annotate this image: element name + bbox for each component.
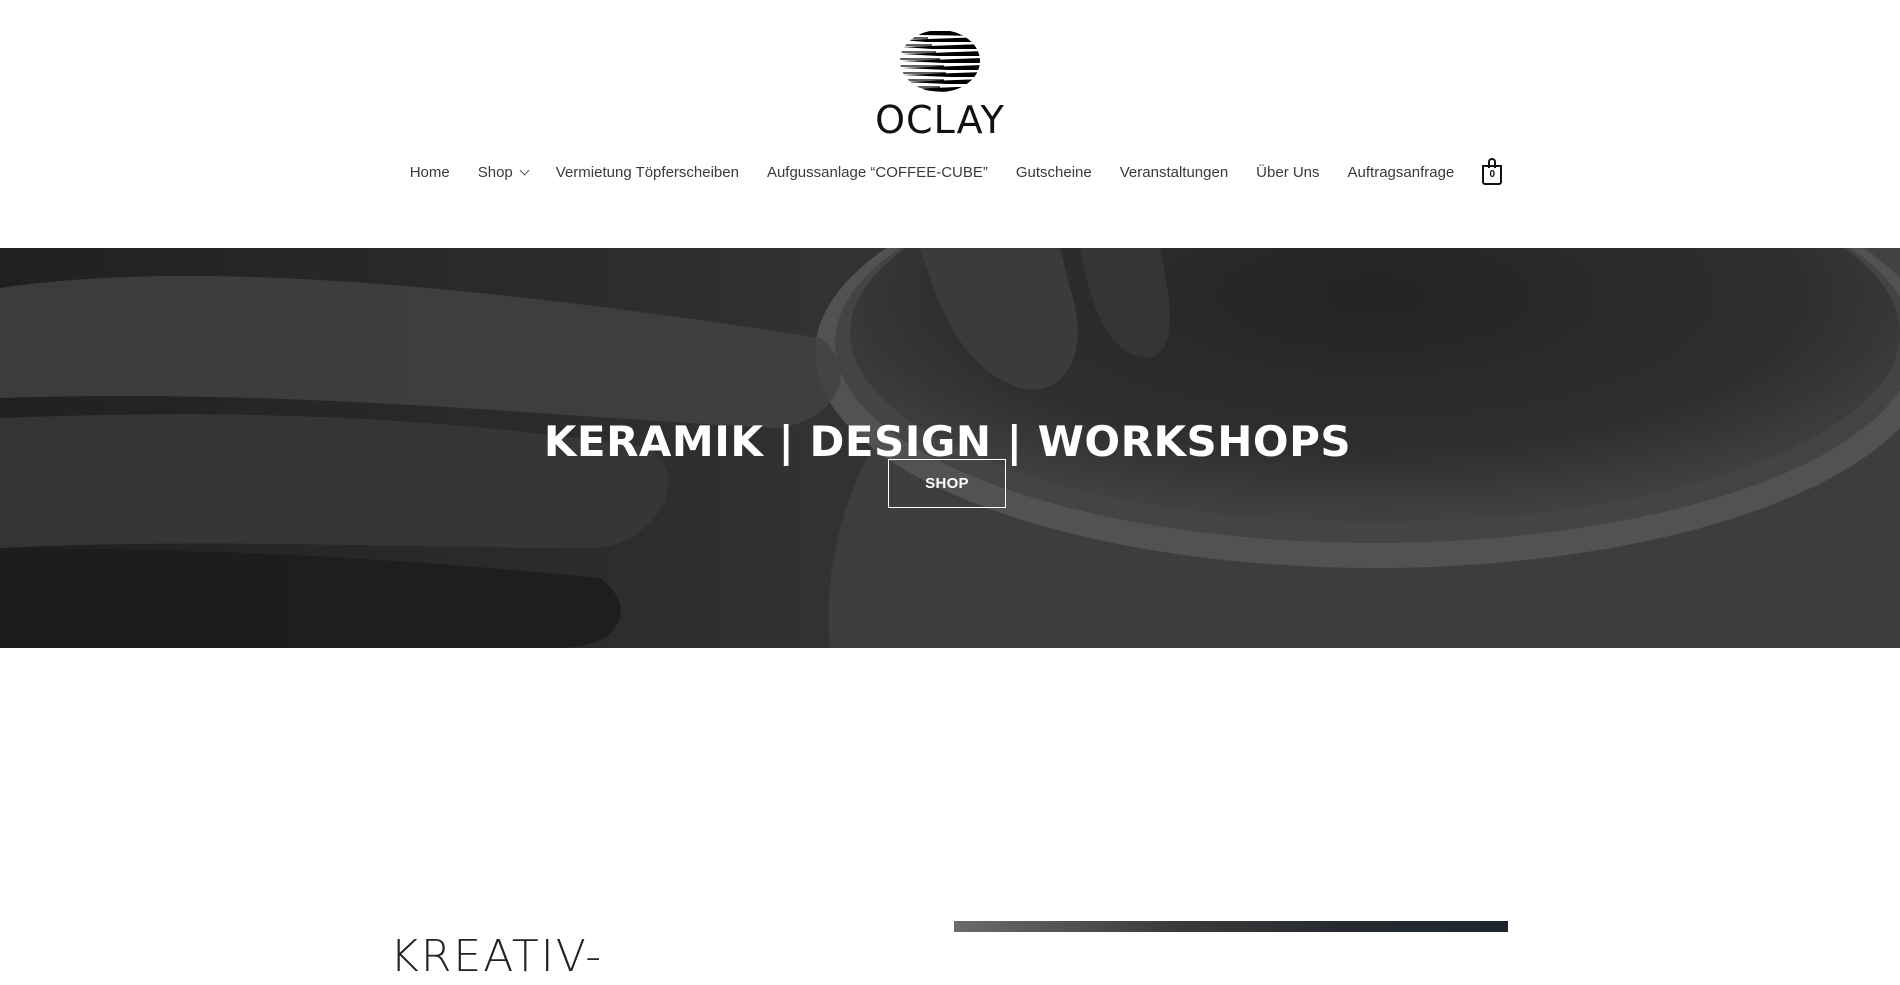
cart-count-badge: 0	[1489, 169, 1496, 180]
nav-item-aufgussanlage[interactable]: Aufgussanlage “COFFEE-CUBE”	[767, 164, 988, 181]
chevron-down-icon	[519, 165, 530, 175]
site-logo-link[interactable]: OCLAY	[860, 28, 1020, 146]
hero-banner: KERAMIK | DESIGN | WORKSHOPS SHOP	[0, 248, 1900, 648]
nav-item-ueber-uns[interactable]: Über Uns	[1256, 164, 1319, 181]
section-image	[954, 921, 1508, 932]
nav-item-gutscheine[interactable]: Gutscheine	[1016, 164, 1092, 181]
nav-item-auftragsanfrage[interactable]: Auftragsanfrage	[1348, 164, 1455, 181]
nav-item-shop[interactable]: Shop	[477, 163, 530, 181]
nav-item-home[interactable]: Home	[410, 164, 450, 181]
striped-sphere-logo-icon	[900, 31, 980, 92]
shop-button[interactable]: SHOP	[888, 459, 1006, 508]
cart-button[interactable]: 0	[1482, 157, 1504, 187]
nav-item-vermietung[interactable]: Vermietung Töpferscheiben	[556, 164, 739, 181]
nav-item-shop-label: Shop	[477, 163, 513, 181]
nav-item-veranstaltungen[interactable]: Veranstaltungen	[1120, 164, 1228, 181]
brand-name: OCLAY	[875, 98, 1005, 142]
section-heading: KREATIV-	[390, 930, 604, 982]
site-header: OCLAY Home Shop Vermietung Töpferscheibe…	[0, 0, 1900, 248]
main-navigation: Home Shop Vermietung Töpferscheiben Aufg…	[0, 152, 1900, 192]
